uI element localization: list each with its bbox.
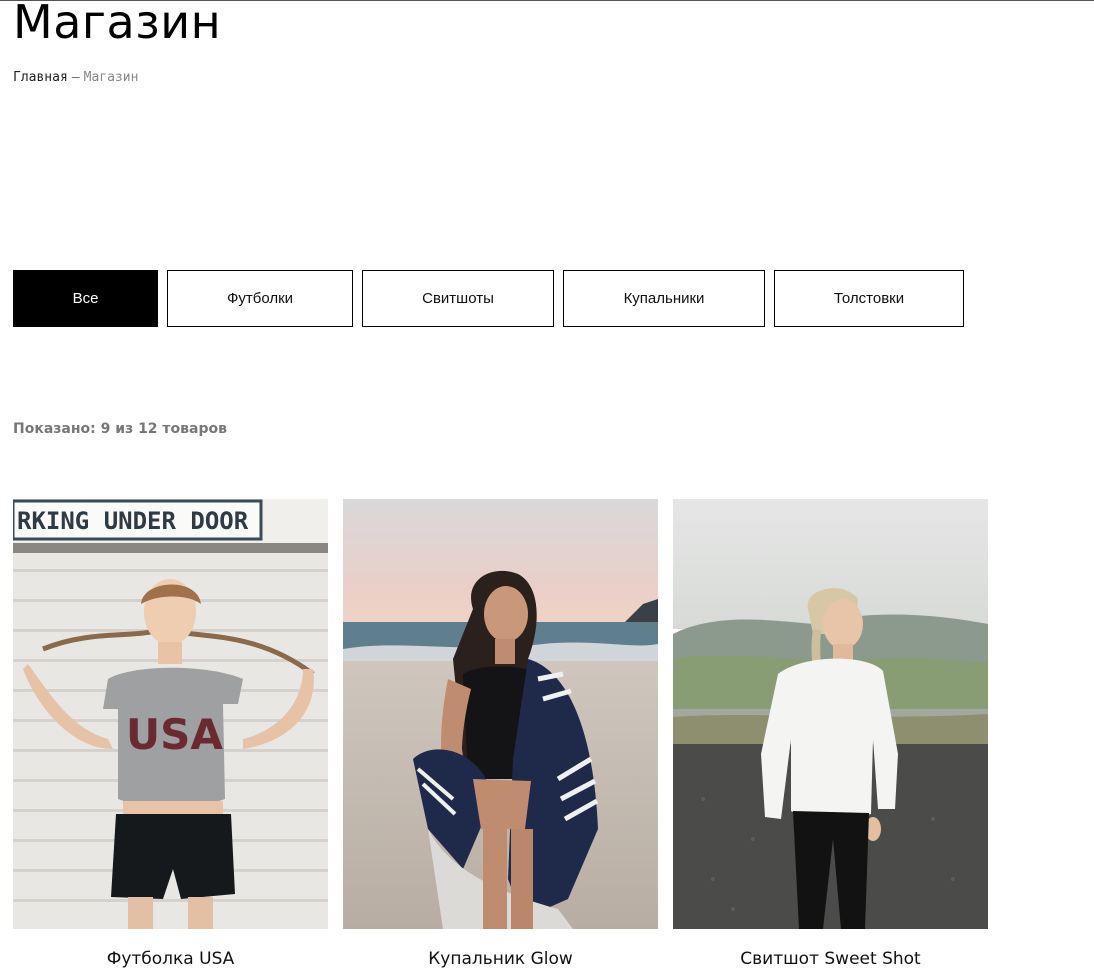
shirt-text: USA	[126, 710, 223, 759]
filter-sweatshirts-button[interactable]: Свитшоты	[362, 270, 554, 327]
product-image[interactable]: RKING UNDER DOOR USA	[13, 499, 328, 929]
product-card: Купальник Glow	[343, 499, 658, 969]
filter-swimsuits-button[interactable]: Купальники	[563, 270, 765, 327]
product-name[interactable]: Свитшот Sweet Shot	[673, 949, 988, 969]
product-grid: RKING UNDER DOOR USA Футболка USA Купаль…	[13, 499, 988, 969]
breadcrumb: Главная — Магазин	[13, 70, 138, 86]
product-name[interactable]: Футболка USA	[13, 949, 328, 969]
product-photo-sweatshirt	[673, 499, 988, 929]
filter-all-button[interactable]: Все	[13, 270, 158, 327]
product-image[interactable]	[343, 499, 658, 929]
product-card: RKING UNDER DOOR USA Футболка USA	[13, 499, 328, 969]
product-photo-swimsuit	[343, 499, 658, 929]
category-filters: Все Футболки Свитшоты Купальники Толстов…	[13, 270, 964, 327]
filter-tshirts-button[interactable]: Футболки	[167, 270, 353, 327]
product-photo-tshirt: RKING UNDER DOOR USA	[13, 499, 328, 929]
product-name[interactable]: Купальник Glow	[343, 949, 658, 969]
filter-hoodies-button[interactable]: Толстовки	[774, 270, 964, 327]
page-title: Магазин	[13, 0, 222, 49]
product-image[interactable]	[673, 499, 988, 929]
breadcrumb-current: Магазин	[83, 70, 139, 85]
sign-text: RKING UNDER DOOR	[17, 507, 249, 535]
breadcrumb-home-link[interactable]: Главная	[13, 70, 68, 86]
breadcrumb-separator: —	[71, 70, 80, 85]
product-card: Свитшот Sweet Shot	[673, 499, 988, 969]
results-count: Показано: 9 из 12 товаров	[13, 421, 227, 437]
